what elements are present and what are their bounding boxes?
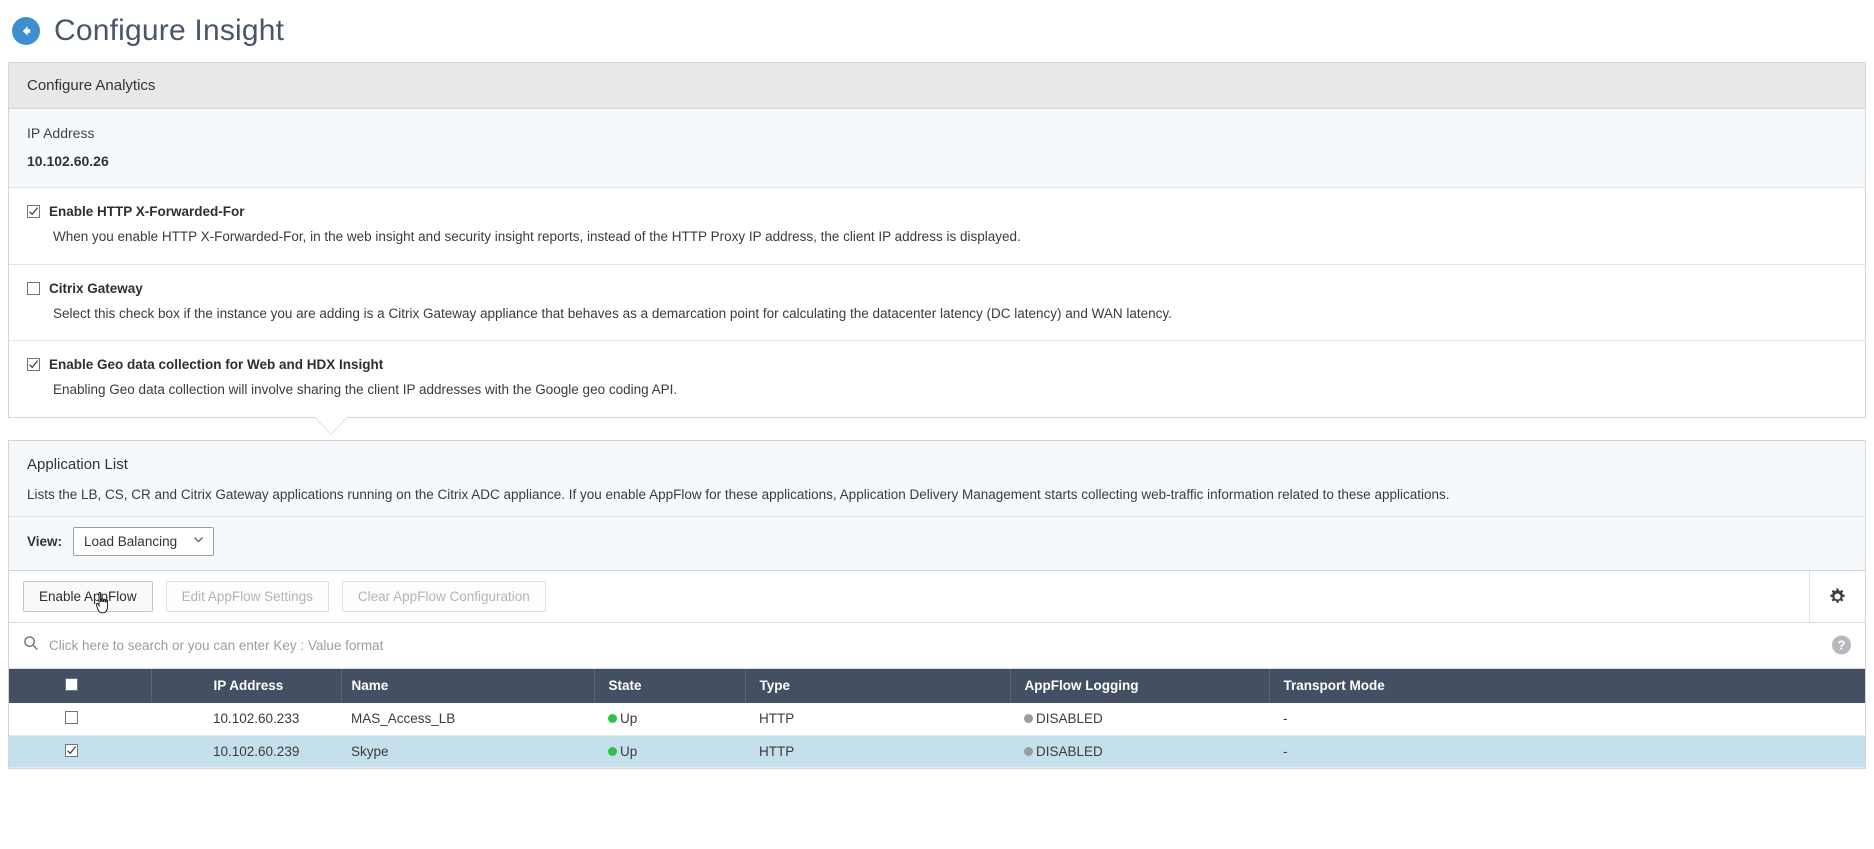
- gear-icon[interactable]: [1809, 570, 1865, 622]
- appflow-toolbar: Enable AppFlow Edit AppFlow Settings Cle…: [9, 570, 1865, 623]
- checkbox-row-select[interactable]: [65, 743, 78, 757]
- column-header-ip-address[interactable]: IP Address: [151, 668, 342, 703]
- cell-appflow-logging: DISABLED: [1010, 702, 1269, 736]
- cell-ip-address: 10.102.60.233: [151, 702, 341, 736]
- checkbox-select-all[interactable]: [65, 677, 78, 691]
- search-input[interactable]: Click here to search or you can enter Ke…: [49, 638, 383, 653]
- view-select-value: Load Balancing: [84, 533, 178, 549]
- search-icon: [23, 635, 39, 656]
- application-list-description: Lists the LB, CS, CR and Citrix Gateway …: [27, 486, 1450, 502]
- option-label: Enable Geo data collection for Web and H…: [49, 357, 384, 373]
- edit-appflow-settings-button: Edit AppFlow Settings: [165, 580, 329, 612]
- column-header-transport-mode[interactable]: Transport Mode: [1269, 668, 1865, 703]
- view-filter-row: View: Load Balancing: [9, 516, 1865, 571]
- checkbox-enable-http-x-forwarded-for[interactable]: [27, 205, 40, 218]
- cell-transport-mode: -: [1269, 702, 1865, 736]
- option-label: Citrix Gateway: [49, 280, 143, 296]
- cell-ip-address: 10.102.60.239: [151, 735, 341, 768]
- checkbox-row-select[interactable]: [65, 710, 78, 724]
- option-row-geo-data: Enable Geo data collection for Web and H…: [9, 341, 1865, 417]
- ip-address-value: 10.102.60.26: [27, 153, 109, 169]
- applications-table: IP Address Name State Type AppFlow Loggi…: [9, 668, 1865, 768]
- option-label: Enable HTTP X-Forwarded-For: [49, 204, 245, 219]
- application-list-header: Application List Lists the LB, CS, CR an…: [9, 440, 1865, 517]
- clear-appflow-configuration-button: Clear AppFlow Configuration: [341, 580, 546, 612]
- option-description: Enabling Geo data collection will involv…: [53, 382, 678, 398]
- select-all-header: [9, 668, 152, 703]
- option-row-citrix-gateway: Citrix Gateway Select this check box if …: [9, 265, 1865, 342]
- appflow-logging-text: DISABLED: [1036, 711, 1103, 727]
- chevron-down-icon: [192, 533, 205, 549]
- configure-analytics-panel: Configure Analytics IP Address 10.102.60…: [8, 62, 1866, 418]
- view-select[interactable]: Load Balancing: [73, 526, 215, 556]
- option-description: When you enable HTTP X-Forwarded-For, in…: [53, 229, 1021, 244]
- state-text: Up: [620, 743, 638, 759]
- column-header-appflow-logging[interactable]: AppFlow Logging: [1010, 668, 1270, 703]
- checkbox-enable-geo-data-collection[interactable]: [27, 358, 40, 372]
- enable-appflow-button[interactable]: Enable AppFlow: [23, 580, 153, 612]
- table-row[interactable]: 10.102.60.239 Skype Up HTTP DISABLED -: [9, 735, 1865, 768]
- state-text: Up: [620, 711, 638, 727]
- status-dot-up: [608, 746, 617, 756]
- row-checkbox-cell: [9, 702, 151, 736]
- panel-connector-caret: [8, 416, 1866, 440]
- row-checkbox-cell: [9, 735, 151, 768]
- column-header-state[interactable]: State: [594, 668, 746, 703]
- cell-type: HTTP: [745, 702, 1010, 736]
- cell-transport-mode: -: [1269, 735, 1865, 768]
- help-icon[interactable]: ?: [1832, 635, 1851, 655]
- back-arrow-icon[interactable]: [12, 17, 40, 45]
- status-dot-disabled: [1024, 714, 1033, 724]
- application-list-panel: Application List Lists the LB, CS, CR an…: [8, 439, 1866, 769]
- table-row[interactable]: 10.102.60.233 MAS_Access_LB Up HTTP DISA…: [9, 702, 1865, 736]
- cell-name: Skype: [341, 735, 594, 768]
- column-header-name[interactable]: Name: [341, 668, 595, 703]
- status-dot-disabled: [1024, 746, 1033, 756]
- view-label: View:: [27, 533, 63, 549]
- cell-state: Up: [594, 702, 745, 736]
- appflow-logging-text: DISABLED: [1036, 743, 1103, 759]
- panel-title: Configure Analytics: [9, 63, 1865, 109]
- application-list-title: Application List: [27, 455, 128, 473]
- search-bar[interactable]: Click here to search or you can enter Ke…: [9, 622, 1865, 669]
- checkbox-citrix-gateway[interactable]: [27, 281, 40, 295]
- column-header-type[interactable]: Type: [745, 668, 1011, 703]
- table-header-row: IP Address Name State Type AppFlow Loggi…: [9, 668, 1865, 703]
- cell-state: Up: [594, 735, 745, 768]
- ip-address-label: IP Address: [27, 125, 95, 141]
- option-row-xforwardedfor: Enable HTTP X-Forwarded-For When you ena…: [9, 188, 1865, 265]
- status-dot-up: [608, 714, 617, 724]
- cell-type: HTTP: [745, 735, 1010, 768]
- cell-appflow-logging: DISABLED: [1010, 735, 1269, 768]
- cell-name: MAS_Access_LB: [341, 702, 594, 736]
- page-header: Configure Insight: [0, 0, 1874, 62]
- page-title: Configure Insight: [54, 14, 285, 47]
- option-description: Select this check box if the instance yo…: [53, 305, 1172, 321]
- ip-address-section: IP Address 10.102.60.26: [9, 109, 1865, 188]
